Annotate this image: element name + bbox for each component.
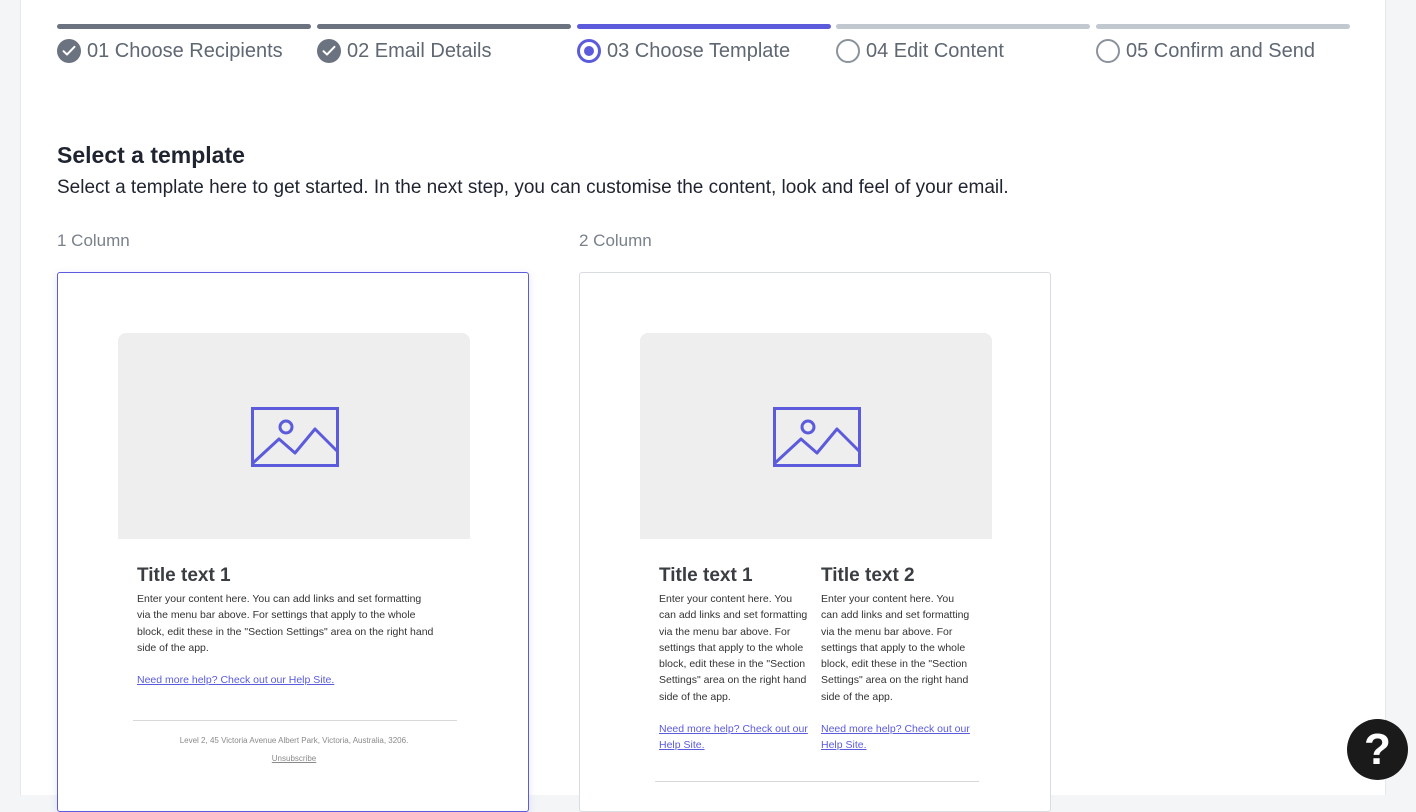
unsubscribe-link[interactable]: Unsubscribe [58, 754, 528, 763]
step-label: 04 Edit Content [866, 40, 1004, 62]
content-column-2: Title text 2 Enter your content here. Yo… [821, 565, 971, 754]
step-progress-bar [317, 24, 571, 29]
help-button[interactable]: ? [1347, 719, 1408, 780]
page-subtitle: Select a template here to get started. I… [57, 177, 1009, 198]
column-title: Title text 1 [659, 565, 753, 586]
check-circle-icon [317, 39, 341, 63]
step-choose-template[interactable]: 03 Choose Template [577, 24, 831, 68]
content-column-1: Title text 1 Enter your content here. Yo… [137, 565, 437, 688]
step-progress-bar [1096, 24, 1350, 29]
footer-divider [133, 720, 457, 721]
step-edit-content[interactable]: 04 Edit Content [836, 24, 1090, 68]
image-placeholder [640, 333, 992, 539]
page-title: Select a template [57, 142, 245, 168]
template-label-2-column: 2 Column [579, 231, 652, 250]
step-progress-bar [577, 24, 831, 29]
step-confirm-and-send[interactable]: 05 Confirm and Send [1096, 24, 1350, 68]
help-site-link[interactable]: Need more help? Check out our Help Site. [821, 721, 971, 754]
footer-divider [655, 781, 979, 782]
footer-address: Level 2, 45 Victoria Avenue Albert Park,… [179, 736, 409, 745]
column-title: Title text 2 [821, 565, 915, 586]
step-email-details[interactable]: 02 Email Details [317, 24, 571, 68]
check-circle-icon [57, 39, 81, 63]
step-label: 03 Choose Template [607, 40, 791, 62]
column-body: Enter your content here. You can add lin… [659, 593, 808, 703]
help-site-link[interactable]: Need more help? Check out our Help Site. [137, 672, 437, 688]
column-body: Enter your content here. You can add lin… [821, 593, 970, 703]
radio-selected-icon [577, 39, 601, 63]
stepper: 01 Choose Recipients 02 Email Details 03… [57, 24, 1350, 68]
column-title: Title text 1 [137, 565, 231, 586]
template-label-1-column: 1 Column [57, 231, 130, 250]
image-icon [251, 407, 339, 467]
step-choose-recipients[interactable]: 01 Choose Recipients [57, 24, 311, 68]
column-body: Enter your content here. You can add lin… [137, 593, 434, 654]
step-label: 01 Choose Recipients [87, 40, 283, 62]
image-placeholder [118, 333, 470, 539]
step-progress-bar [57, 24, 311, 29]
template-card-1-column[interactable]: Title text 1 Enter your content here. Yo… [57, 272, 529, 812]
template-card-2-column[interactable]: Title text 1 Enter your content here. Yo… [579, 272, 1051, 812]
help-site-link[interactable]: Need more help? Check out our Help Site. [659, 721, 809, 754]
content-column-1: Title text 1 Enter your content here. Yo… [659, 565, 809, 754]
content-panel: 01 Choose Recipients 02 Email Details 03… [20, 0, 1386, 812]
radio-empty-icon [1096, 39, 1120, 63]
step-label: 02 Email Details [347, 40, 492, 62]
step-progress-bar [836, 24, 1090, 29]
image-icon [773, 407, 861, 467]
step-label: 05 Confirm and Send [1126, 40, 1316, 62]
radio-empty-icon [836, 39, 860, 63]
